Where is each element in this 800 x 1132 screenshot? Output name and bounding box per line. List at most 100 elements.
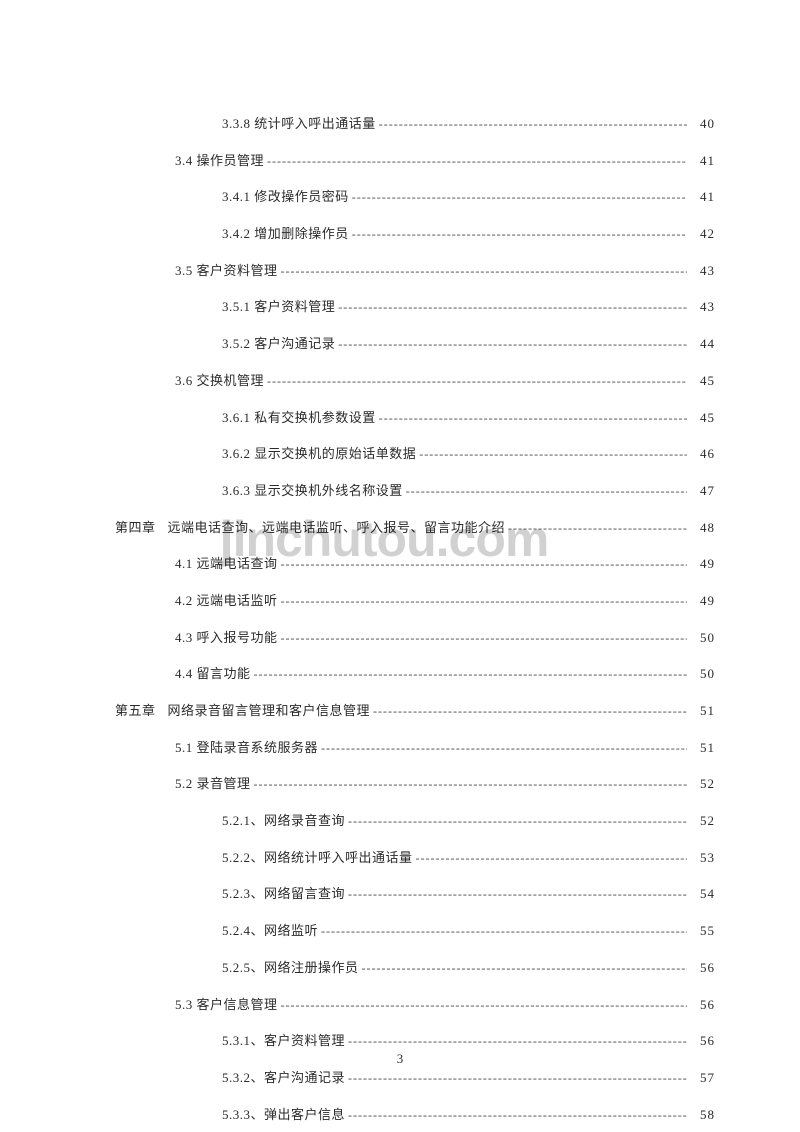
toc-label: 5.2.3、网络留言查询 xyxy=(222,885,345,903)
toc-page-number: 50 xyxy=(687,665,715,683)
toc-leader: ----------------------------------------… xyxy=(376,410,687,427)
toc-page-number: 43 xyxy=(687,298,715,316)
toc-page-number: 55 xyxy=(687,922,715,940)
toc-page-number: 46 xyxy=(687,445,715,463)
toc-page-number: 56 xyxy=(687,959,715,977)
toc-entry: 5.3.2、客户沟通记录----------------------------… xyxy=(115,1069,715,1087)
toc-entry: 5.2.2、网络统计呼入呼出通话量-----------------------… xyxy=(115,849,715,867)
toc-entry: 5.2.5、网络注册操作员---------------------------… xyxy=(115,959,715,977)
toc-label: 3.6.2 显示交换机的原始话单数据 xyxy=(222,445,416,463)
toc-leader: ----------------------------------------… xyxy=(264,373,687,390)
toc-entry: 3.6.3 显示交换机外线名称设置-----------------------… xyxy=(115,482,715,500)
toc-chapter-prefix: 第五章 xyxy=(115,702,156,720)
toc-page-number: 45 xyxy=(687,409,715,427)
toc-leader: ----------------------------------------… xyxy=(345,813,687,830)
toc-entry: 3.6.1 私有交换机参数设置-------------------------… xyxy=(115,409,715,427)
toc-label: 5.2.1、网络录音查询 xyxy=(222,812,345,830)
toc-label: 5.3.2、客户沟通记录 xyxy=(222,1069,345,1087)
toc-page-number: 44 xyxy=(687,335,715,353)
toc-label: 3.4.2 增加删除操作员 xyxy=(222,225,349,243)
toc-leader: ----------------------------------------… xyxy=(345,1033,687,1050)
toc-label: 5.3.1、客户资料管理 xyxy=(222,1032,345,1050)
toc-page-number: 51 xyxy=(687,702,715,720)
toc-leader: ----------------------------------------… xyxy=(278,997,687,1014)
toc-page-number: 42 xyxy=(687,225,715,243)
toc-label: 3.6.3 显示交换机外线名称设置 xyxy=(222,482,403,500)
toc-page-number: 49 xyxy=(687,555,715,573)
toc-entry: 5.2.3、网络留言查询----------------------------… xyxy=(115,885,715,903)
toc-page-number: 43 xyxy=(687,262,715,280)
toc-label: 4.4 留言功能 xyxy=(175,665,251,683)
toc-entry: 3.5.1 客户资料管理----------------------------… xyxy=(115,298,715,316)
toc-leader: ----------------------------------------… xyxy=(349,226,687,243)
toc-label: 第五章网络录音留言管理和客户信息管理 xyxy=(115,702,370,720)
toc-entry: 3.6.2 显示交换机的原始话单数据----------------------… xyxy=(115,445,715,463)
toc-leader: ----------------------------------------… xyxy=(359,960,687,977)
toc-label: 5.3 客户信息管理 xyxy=(175,996,278,1014)
toc-label: 3.5.1 客户资料管理 xyxy=(222,298,335,316)
toc-label: 3.6 交换机管理 xyxy=(175,372,264,390)
toc-entry: 5.2.1、网络录音查询----------------------------… xyxy=(115,812,715,830)
toc-entry: 5.1 登陆录音系统服务器---------------------------… xyxy=(115,739,715,757)
toc-entry: 第五章网络录音留言管理和客户信息管理----------------------… xyxy=(115,702,715,720)
toc-leader: ----------------------------------------… xyxy=(345,1107,687,1124)
toc-page-number: 56 xyxy=(687,996,715,1014)
toc-leader: ----------------------------------------… xyxy=(278,593,687,610)
toc-page-number: 40 xyxy=(687,115,715,133)
toc-entry: 4.1 远端电话查询------------------------------… xyxy=(115,555,715,573)
toc-page-number: 49 xyxy=(687,592,715,610)
toc-leader: ----------------------------------------… xyxy=(416,446,687,463)
toc-leader: ----------------------------------------… xyxy=(370,703,687,720)
toc-page-number: 53 xyxy=(687,849,715,867)
toc-leader: ----------------------------------------… xyxy=(349,189,687,206)
toc-page-number: 50 xyxy=(687,629,715,647)
toc-entry: 3.4 操作员管理-------------------------------… xyxy=(115,152,715,170)
toc-page-number: 56 xyxy=(687,1032,715,1050)
toc-entry: 4.2 远端电话监听------------------------------… xyxy=(115,592,715,610)
toc-leader: ----------------------------------------… xyxy=(318,740,687,757)
toc-entry: 第四章远端电话查询、远端电话监听、呼入报号、留言功能介绍------------… xyxy=(115,519,715,537)
toc-page-number: 47 xyxy=(687,482,715,500)
toc-page-number: 52 xyxy=(687,812,715,830)
toc-entry: 5.3.3、弹出客户信息----------------------------… xyxy=(115,1106,715,1124)
toc-label: 4.1 远端电话查询 xyxy=(175,555,278,573)
toc-entry: 3.4.2 增加删除操作员---------------------------… xyxy=(115,225,715,243)
toc-page-number: 48 xyxy=(687,519,715,537)
toc-label: 第四章远端电话查询、远端电话监听、呼入报号、留言功能介绍 xyxy=(115,519,505,537)
toc-leader: ----------------------------------------… xyxy=(278,630,687,647)
toc-leader: ----------------------------------------… xyxy=(403,483,687,500)
toc-label: 5.3.3、弹出客户信息 xyxy=(222,1106,345,1124)
toc-label: 3.6.1 私有交换机参数设置 xyxy=(222,409,376,427)
toc-leader: ----------------------------------------… xyxy=(413,850,687,867)
toc-label: 3.4.1 修改操作员密码 xyxy=(222,188,349,206)
toc-label: 4.3 呼入报号功能 xyxy=(175,629,278,647)
toc-page-number: 41 xyxy=(687,152,715,170)
toc-entry: 5.3.1、客户资料管理----------------------------… xyxy=(115,1032,715,1050)
toc-page-number: 51 xyxy=(687,739,715,757)
toc-page-number: 54 xyxy=(687,885,715,903)
toc-entry: 3.4.1 修改操作员密码---------------------------… xyxy=(115,188,715,206)
toc-label: 5.2.4、网络监听 xyxy=(222,922,318,940)
toc-label: 5.2.5、网络注册操作员 xyxy=(222,959,359,977)
toc-page: 3.3.8 统计呼入呼出通话量-------------------------… xyxy=(0,0,800,1124)
toc-entry: 5.2.4、网络监听------------------------------… xyxy=(115,922,715,940)
toc-label: 3.5 客户资料管理 xyxy=(175,262,278,280)
toc-entry: 3.5.2 客户沟通记录----------------------------… xyxy=(115,335,715,353)
toc-leader: ----------------------------------------… xyxy=(251,776,687,793)
toc-entry: 3.5 客户资料管理------------------------------… xyxy=(115,262,715,280)
toc-label: 3.3.8 统计呼入呼出通话量 xyxy=(222,115,376,133)
toc-entry: 4.3 呼入报号功能------------------------------… xyxy=(115,629,715,647)
toc-page-number: 52 xyxy=(687,775,715,793)
toc-page-number: 41 xyxy=(687,188,715,206)
toc-leader: ----------------------------------------… xyxy=(335,299,687,316)
toc-leader: ----------------------------------------… xyxy=(318,923,687,940)
toc-leader: ----------------------------------------… xyxy=(376,116,687,133)
toc-leader: ----------------------------------------… xyxy=(251,666,687,683)
toc-label: 5.2.2、网络统计呼入呼出通话量 xyxy=(222,849,413,867)
toc-leader: ----------------------------------------… xyxy=(505,520,687,537)
toc-chapter-prefix: 第四章 xyxy=(115,519,156,537)
toc-leader: ----------------------------------------… xyxy=(264,153,687,170)
toc-label: 5.2 录音管理 xyxy=(175,775,251,793)
toc-entry: 3.6 交换机管理-------------------------------… xyxy=(115,372,715,390)
toc-label: 4.2 远端电话监听 xyxy=(175,592,278,610)
